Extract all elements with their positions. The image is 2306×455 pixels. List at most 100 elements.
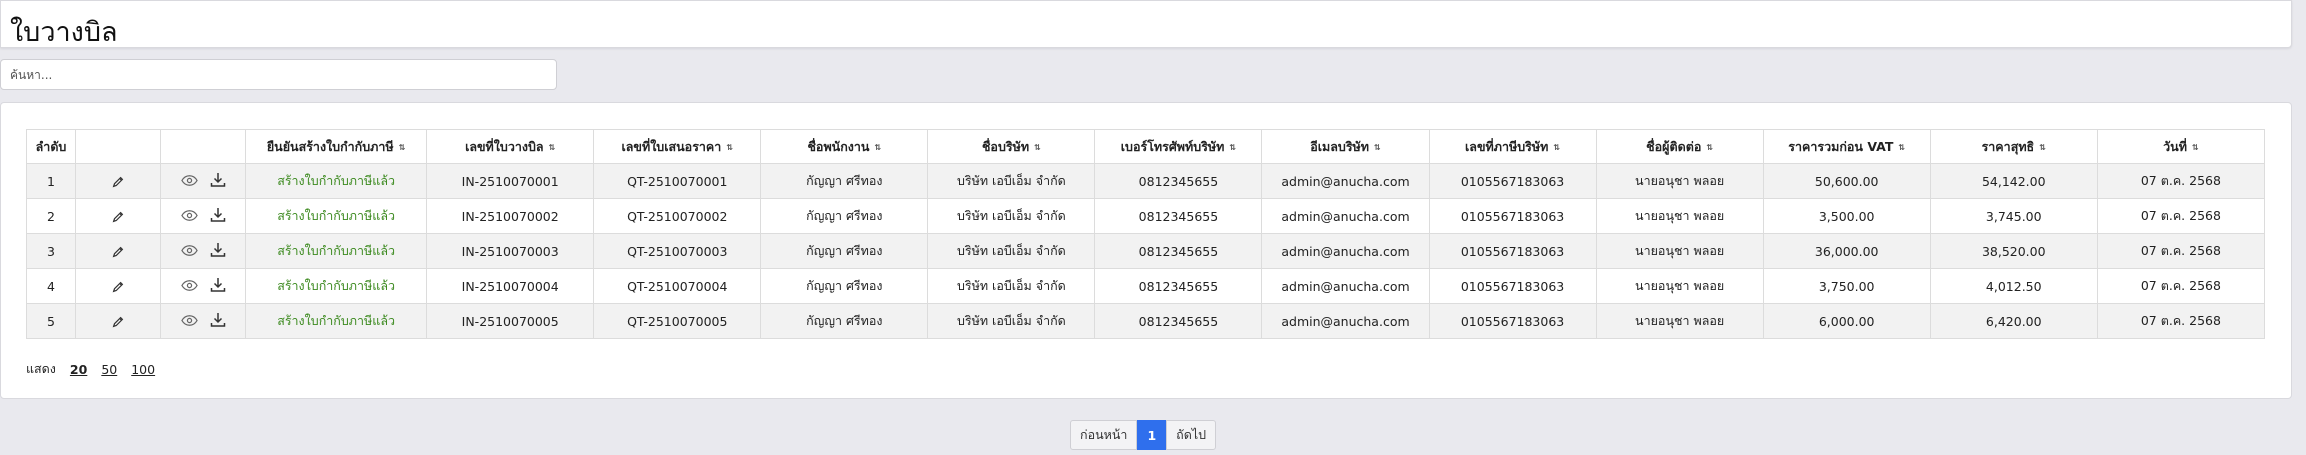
eye-view-icon[interactable] bbox=[180, 174, 198, 187]
cell-date: 07 ต.ค. 2568 bbox=[2096, 198, 2266, 234]
cell-employee: กัญญา ศรีทอง bbox=[760, 163, 929, 199]
sort-updown-icon[interactable]: ⇅ bbox=[399, 143, 406, 152]
column-header-label: เลขที่ใบเสนอราคา bbox=[621, 138, 722, 154]
cell-contact: นายอนุชา พลอย bbox=[1595, 303, 1764, 339]
cell-company: บริษัท เอบีเอ็ม จำกัด bbox=[927, 163, 1096, 199]
cell-employee: กัญญา ศรีทอง bbox=[760, 303, 929, 339]
sort-updown-icon[interactable]: ⇅ bbox=[1898, 143, 1905, 152]
column-header-label: เบอร์โทรศัพท์บริษัท bbox=[1120, 138, 1225, 154]
cell-phone: 0812345655 bbox=[1094, 303, 1263, 339]
current-page-button[interactable]: 1 bbox=[1137, 420, 1167, 450]
page-size-50[interactable]: 50 bbox=[101, 362, 117, 377]
column-header-6[interactable]: ชื่อพนักงาน ⇅ bbox=[760, 129, 929, 164]
cell-net: 6,420.00 bbox=[1929, 303, 2098, 339]
actions-cell bbox=[160, 303, 247, 339]
pencil-edit-icon[interactable] bbox=[111, 175, 125, 189]
sort-updown-icon[interactable]: ⇅ bbox=[1374, 143, 1381, 152]
cell-email: admin@anucha.com bbox=[1261, 198, 1430, 234]
sort-updown-icon[interactable]: ⇅ bbox=[1706, 143, 1713, 152]
download-icon[interactable] bbox=[210, 172, 226, 188]
page-size-20[interactable]: 20 bbox=[70, 362, 87, 377]
next-page-button[interactable]: ถัดไป bbox=[1166, 420, 1217, 450]
tax-invoice-status-link[interactable]: สร้างใบกำกับภาษีแล้ว bbox=[277, 173, 395, 188]
column-header-label: ราคารวมก่อน VAT bbox=[1788, 138, 1894, 154]
column-header-7[interactable]: ชื่อบริษัท ⇅ bbox=[927, 129, 1096, 164]
eye-view-icon[interactable] bbox=[180, 279, 198, 292]
column-header-3[interactable]: ยืนยันสร้างใบกำกับภาษี ⇅ bbox=[245, 129, 428, 164]
cell-phone: 0812345655 bbox=[1094, 163, 1263, 199]
column-header-13[interactable]: ราคาสุทธิ ⇅ bbox=[1929, 129, 2098, 164]
cell-quote-no: QT-2510070004 bbox=[593, 268, 762, 304]
cell-employee: กัญญา ศรีทอง bbox=[760, 233, 929, 269]
cell-email: admin@anucha.com bbox=[1261, 233, 1430, 269]
cell-contact: นายอนุชา พลอย bbox=[1595, 233, 1764, 269]
row-number: 3 bbox=[25, 233, 77, 269]
cell-phone: 0812345655 bbox=[1094, 233, 1263, 269]
page-size-100[interactable]: 100 bbox=[131, 362, 155, 377]
download-icon[interactable] bbox=[210, 207, 226, 223]
sort-updown-icon[interactable]: ⇅ bbox=[2192, 143, 2199, 152]
column-header-14[interactable]: วันที่ ⇅ bbox=[2096, 129, 2266, 164]
status-cell: สร้างใบกำกับภาษีแล้ว bbox=[245, 268, 428, 304]
eye-view-icon[interactable] bbox=[180, 314, 198, 327]
column-header-label: ชื่อพนักงาน bbox=[807, 138, 870, 154]
eye-view-icon[interactable] bbox=[180, 244, 198, 257]
cell-date: 07 ต.ค. 2568 bbox=[2096, 233, 2266, 269]
download-icon[interactable] bbox=[210, 277, 226, 293]
status-cell: สร้างใบกำกับภาษีแล้ว bbox=[245, 303, 428, 339]
sort-updown-icon[interactable]: ⇅ bbox=[549, 143, 556, 152]
cell-quote-no: QT-2510070003 bbox=[593, 233, 762, 269]
tax-invoice-status-link[interactable]: สร้างใบกำกับภาษีแล้ว bbox=[277, 243, 395, 258]
cell-invoice-no: IN-2510070002 bbox=[426, 198, 595, 234]
column-header-10[interactable]: เลขที่ภาษีบริษัท ⇅ bbox=[1428, 129, 1597, 164]
column-header-12[interactable]: ราคารวมก่อน VAT ⇅ bbox=[1762, 129, 1931, 164]
sort-updown-icon[interactable]: ⇅ bbox=[726, 143, 733, 152]
column-header-9[interactable]: อีเมลบริษัท ⇅ bbox=[1261, 129, 1430, 164]
cell-quote-no: QT-2510070005 bbox=[593, 303, 762, 339]
cell-date: 07 ต.ค. 2568 bbox=[2096, 268, 2266, 304]
download-icon[interactable] bbox=[210, 242, 226, 258]
cell-quote-no: QT-2510070002 bbox=[593, 198, 762, 234]
pencil-edit-icon[interactable] bbox=[111, 315, 125, 329]
column-header-label: ราคาสุทธิ bbox=[1981, 138, 2035, 154]
tax-invoice-status-link[interactable]: สร้างใบกำกับภาษีแล้ว bbox=[277, 278, 395, 293]
cell-net: 4,012.50 bbox=[1929, 268, 2098, 304]
cell-invoice-no: IN-2510070003 bbox=[426, 233, 595, 269]
column-header-5[interactable]: เลขที่ใบเสนอราคา ⇅ bbox=[593, 129, 762, 164]
column-header-4[interactable]: เลขที่ใบวางบิล ⇅ bbox=[426, 129, 595, 164]
cell-quote-no: QT-2510070001 bbox=[593, 163, 762, 199]
sort-updown-icon[interactable]: ⇅ bbox=[1229, 143, 1236, 152]
actions-cell bbox=[160, 163, 247, 199]
table-row: 1 สร้างใบกำกับภาษีแล้ว IN-2510070001 QT-251… bbox=[25, 163, 2266, 199]
status-cell: สร้างใบกำกับภาษีแล้ว bbox=[245, 233, 428, 269]
cell-pre-vat: 3,500.00 bbox=[1762, 198, 1931, 234]
column-header-label: วันที่ bbox=[2163, 138, 2187, 154]
tax-invoice-status-link[interactable]: สร้างใบกำกับภาษีแล้ว bbox=[277, 208, 395, 223]
pencil-edit-icon[interactable] bbox=[111, 280, 125, 294]
edit-cell bbox=[75, 268, 162, 304]
cell-tax-id: 0105567183063 bbox=[1428, 268, 1597, 304]
prev-page-button[interactable]: ก่อนหน้า bbox=[1070, 420, 1138, 450]
cell-company: บริษัท เอบีเอ็ม จำกัด bbox=[927, 268, 1096, 304]
cell-contact: นายอนุชา พลอย bbox=[1595, 163, 1764, 199]
table-row: 2 สร้างใบกำกับภาษีแล้ว IN-2510070002 QT-251… bbox=[25, 198, 2266, 234]
sort-updown-icon[interactable]: ⇅ bbox=[2039, 143, 2046, 152]
search-input[interactable] bbox=[0, 59, 557, 90]
pencil-edit-icon[interactable] bbox=[111, 245, 125, 259]
column-header-0[interactable]: ลำดับ bbox=[25, 129, 77, 164]
sort-updown-icon[interactable]: ⇅ bbox=[1034, 143, 1041, 152]
cell-contact: นายอนุชา พลอย bbox=[1595, 198, 1764, 234]
column-header-11[interactable]: ชื่อผู้ติดต่อ ⇅ bbox=[1595, 129, 1764, 164]
cell-net: 38,520.00 bbox=[1929, 233, 2098, 269]
table-row: 5 สร้างใบกำกับภาษีแล้ว IN-2510070005 QT-251… bbox=[25, 303, 2266, 339]
eye-view-icon[interactable] bbox=[180, 209, 198, 222]
sort-updown-icon[interactable]: ⇅ bbox=[1553, 143, 1560, 152]
column-header-1 bbox=[75, 129, 162, 164]
cell-pre-vat: 6,000.00 bbox=[1762, 303, 1931, 339]
download-icon[interactable] bbox=[210, 312, 226, 328]
cell-email: admin@anucha.com bbox=[1261, 268, 1430, 304]
sort-updown-icon[interactable]: ⇅ bbox=[874, 143, 881, 152]
tax-invoice-status-link[interactable]: สร้างใบกำกับภาษีแล้ว bbox=[277, 313, 395, 328]
pencil-edit-icon[interactable] bbox=[111, 210, 125, 224]
column-header-8[interactable]: เบอร์โทรศัพท์บริษัท ⇅ bbox=[1094, 129, 1263, 164]
